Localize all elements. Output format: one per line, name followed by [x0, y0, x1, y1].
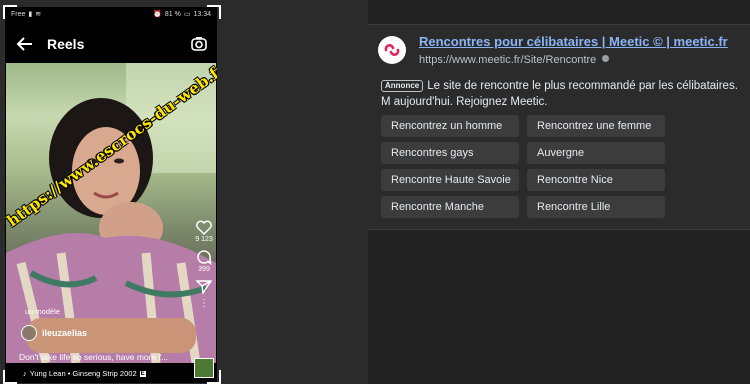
reels-header: Reels: [5, 27, 217, 63]
ad-description-text: Le site de rencontre le plus recommandé …: [381, 80, 738, 108]
comment-count: 399: [198, 266, 210, 273]
like-count: 9 123: [195, 236, 213, 243]
frame-corner: [207, 370, 221, 384]
reel-caption[interactable]: Don't take life so serious, have more f.…: [19, 352, 168, 362]
camera-icon[interactable]: [190, 35, 208, 53]
alarm-icon: ⏰: [153, 11, 162, 18]
phone-screenshot: Free ▮ ≋ ⏰ 81 % ▭ 13:34 Reels 9 123 399 …: [5, 7, 217, 383]
comment-icon[interactable]: [196, 249, 212, 265]
reel-actions: 9 123 399 ⋮: [193, 220, 215, 314]
ad-url: https://www.meetic.fr/Site/Rencontre: [419, 54, 610, 66]
sitelink[interactable]: Auvergne: [527, 142, 665, 164]
sitelink[interactable]: Rencontrez un homme: [381, 115, 519, 137]
meetic-logo[interactable]: [378, 36, 406, 64]
explicit-badge: E: [139, 370, 146, 377]
sitelink[interactable]: Rencontre Manche: [381, 196, 519, 218]
sitelink[interactable]: Rencontre Haute Savoie: [381, 169, 519, 191]
sitelink[interactable]: Rencontres gays: [381, 142, 519, 164]
battery-icon: ▭: [183, 11, 191, 18]
battery-level: 81 %: [164, 10, 181, 18]
page-title: Reels: [47, 36, 85, 52]
signal-icon: ▮: [28, 11, 33, 18]
sitelink[interactable]: Rencontre Nice: [527, 169, 665, 191]
sitelink[interactable]: Rencontre Lille: [527, 196, 665, 218]
reel-author[interactable]: ileuzaelias: [21, 325, 87, 341]
music-info[interactable]: ♪ Yung Lean • Ginseng Strip 2002 E: [23, 369, 146, 378]
ad-title-link[interactable]: Rencontres pour célibataires | Meetic © …: [419, 34, 728, 49]
frame-corner: [3, 5, 17, 19]
status-bar: Free ▮ ≋ ⏰ 81 % ▭ 13:34: [5, 7, 217, 21]
username[interactable]: ileuzaelias: [42, 328, 87, 338]
frame-corner: [207, 5, 221, 19]
music-track: Yung Lean • Ginseng Strip 2002: [29, 369, 137, 378]
share-icon[interactable]: [196, 279, 212, 294]
avatar[interactable]: [21, 325, 37, 341]
remix-label: un modèle: [25, 307, 61, 316]
sitelink[interactable]: Rencontrez une femme: [527, 115, 665, 137]
wifi-icon: ≋: [35, 11, 42, 18]
back-arrow-icon[interactable]: [15, 34, 35, 54]
music-note-icon: ♪: [23, 369, 27, 378]
ad-url-text: https://www.meetic.fr/Site/Rencontre: [419, 54, 597, 66]
info-icon[interactable]: [602, 55, 610, 62]
frame-corner: [3, 370, 17, 384]
ad-badge: Annonce: [381, 80, 424, 92]
meetic-logo-icon: [384, 44, 400, 56]
ad-description: Annonce Le site de rencontre le plus reco…: [381, 78, 750, 112]
more-options-icon[interactable]: ⋮: [199, 299, 209, 309]
heart-icon[interactable]: [196, 220, 212, 235]
